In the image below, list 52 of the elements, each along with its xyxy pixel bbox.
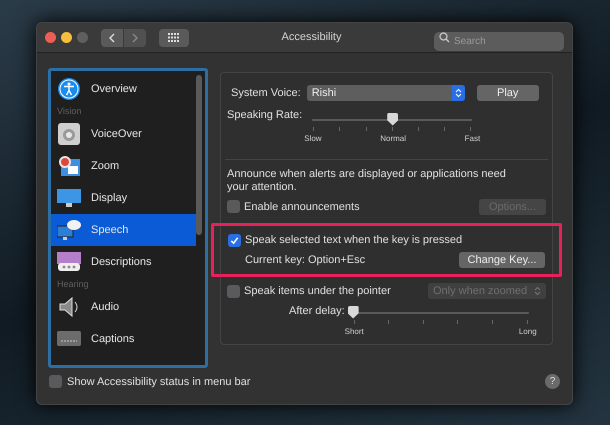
magnifier-window-icon	[57, 154, 81, 178]
field-label: Speaking Rate:	[227, 108, 302, 122]
chat-bubble-icon	[57, 250, 81, 274]
checkbox-label: Speak selected text when the key is pressed	[245, 233, 462, 248]
sidebar-item[interactable]: Speech	[51, 214, 196, 246]
close-button[interactable]	[45, 32, 56, 43]
field-label: System Voice:	[231, 86, 301, 101]
stepper-icon	[534, 286, 541, 296]
window-title: Accessibility	[282, 30, 342, 46]
sidebar-item[interactable]: Audio	[51, 291, 196, 323]
chevron-left-icon	[108, 32, 116, 42]
checkbox-label: Show Accessibility status in menu bar	[67, 374, 250, 390]
grid-button[interactable]	[159, 28, 189, 46]
accessibility-icon	[57, 77, 81, 101]
checkbox[interactable]	[228, 234, 241, 247]
checkbox[interactable]	[227, 284, 240, 298]
checkbox[interactable]	[49, 375, 62, 388]
checkbox-label: Enable announcements	[244, 200, 360, 214]
tick-label: Short	[344, 326, 364, 338]
voice-dropdown[interactable]: Rishi	[306, 85, 465, 102]
minimize-button[interactable]	[61, 32, 72, 43]
section-header: Hearing	[56, 278, 90, 291]
sidebar-item[interactable]: Zoom	[51, 150, 196, 182]
stepper-icon	[452, 85, 465, 102]
field-label: After delay:	[289, 304, 345, 318]
search-icon	[439, 32, 450, 43]
sidebar-item[interactable]: Overview	[51, 73, 196, 105]
slider-thumb[interactable]	[387, 112, 398, 126]
change-key-button[interactable]: Change Key...	[459, 252, 545, 268]
checkbox[interactable]	[227, 200, 240, 214]
tick-label: Slow	[304, 132, 322, 144]
description-text: Announce when alerts are displayed or applications need your attention.	[226, 166, 507, 194]
sidebar-item[interactable]: VoiceOver	[51, 118, 196, 150]
checkbox-label: Speak items under the pointer	[244, 284, 391, 299]
tick-label: Normal	[380, 132, 406, 144]
speaker-box-icon	[57, 122, 81, 146]
sidebar-item[interactable]: Display	[51, 182, 196, 214]
current-key-text: Current key: Option+Esc	[245, 252, 366, 268]
search-field[interactable]: Search	[434, 32, 564, 51]
monitor-speech-bubble-icon	[57, 218, 81, 242]
sidebar-item[interactable]: Captions	[51, 323, 196, 355]
monitor-icon	[57, 186, 81, 210]
tick-label: Fast	[464, 132, 480, 144]
back-button[interactable]	[101, 28, 123, 46]
grid-icon	[168, 32, 180, 42]
sidebar-item[interactable]: Descriptions	[51, 246, 196, 278]
play-button[interactable]: Play	[476, 85, 539, 102]
slider-thumb[interactable]	[348, 306, 359, 318]
section-header: Vision	[56, 105, 82, 118]
help-button[interactable]: ?	[545, 374, 560, 390]
tick-label: Long	[518, 326, 537, 338]
chevron-right-icon	[131, 32, 139, 42]
